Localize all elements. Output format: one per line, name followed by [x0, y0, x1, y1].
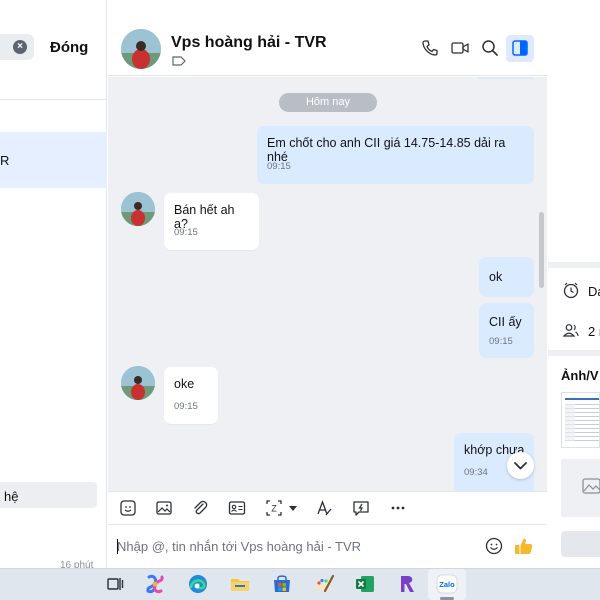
text-caret — [117, 539, 118, 554]
view-all-media-button[interactable] — [561, 531, 600, 557]
message-scrollbar[interactable] — [539, 212, 544, 288]
message-text: Em chốt cho anh CII giá 14.75-14.85 dải … — [267, 136, 506, 164]
message-bubble-incoming[interactable]: oke 09:15 — [164, 367, 218, 424]
sidebar-panel-icon[interactable] — [510, 38, 530, 58]
message-input[interactable] — [117, 535, 477, 557]
chevron-down-icon — [514, 462, 527, 470]
edge-browser-icon[interactable] — [186, 572, 210, 596]
message-time: 09:15 — [174, 227, 198, 238]
screenshot-icon[interactable]: Z — [264, 498, 284, 518]
onenote-app-icon[interactable] — [395, 572, 419, 596]
clear-search-icon[interactable]: × — [13, 40, 27, 54]
date-divider: Hôm nay — [279, 93, 377, 112]
paint-app-icon[interactable] — [312, 572, 336, 596]
contact-avatar[interactable] — [121, 29, 161, 69]
members-label[interactable]: 2 n — [588, 324, 600, 339]
message-time: 09:34 — [464, 467, 488, 478]
search-icon[interactable] — [480, 38, 500, 58]
zalo-app-label: Zalo — [439, 580, 455, 589]
members-icon — [562, 324, 579, 337]
message-text: ok — [489, 270, 503, 284]
previous-message-bubble — [478, 77, 533, 79]
media-thumbnail[interactable] — [561, 459, 600, 517]
sender-avatar[interactable] — [121, 366, 155, 400]
message-time: 09:15 — [489, 336, 513, 347]
chat-title[interactable]: Vps hoàng hải - TVR — [171, 34, 327, 52]
conversation-name-fragment: R — [0, 153, 10, 168]
message-bubble-outgoing[interactable]: Em chốt cho anh CII giá 14.75-14.85 dải … — [257, 126, 534, 184]
attachment-icon[interactable] — [190, 498, 210, 518]
conversation-item-selected[interactable] — [0, 132, 107, 188]
left-divider — [0, 99, 107, 100]
media-section-title[interactable]: Ảnh/V — [561, 368, 599, 383]
file-explorer-icon[interactable] — [228, 572, 252, 596]
info-card-top — [548, 0, 600, 262]
more-options-icon[interactable] — [388, 498, 408, 518]
image-placeholder-icon — [582, 478, 600, 494]
message-time: 09:15 — [174, 401, 198, 412]
thumbs-up-icon[interactable] — [513, 535, 535, 557]
scroll-to-bottom-button[interactable] — [507, 452, 534, 479]
svg-text:Z: Z — [271, 504, 277, 514]
tag-icon[interactable] — [172, 56, 186, 66]
dropdown-caret-icon[interactable] — [287, 498, 299, 518]
contact-section-label: hệ — [4, 489, 19, 504]
media-thumbnail[interactable] — [561, 392, 600, 448]
image-icon[interactable] — [154, 498, 174, 518]
message-text: CII ấy — [489, 315, 522, 329]
task-view-icon[interactable] — [103, 572, 127, 596]
sender-avatar[interactable] — [121, 192, 155, 226]
text-format-icon[interactable] — [314, 498, 334, 518]
message-bubble-incoming[interactable]: Bán hết ah a? 09:15 — [164, 193, 259, 250]
clock-icon — [563, 282, 579, 299]
microsoft-store-icon[interactable] — [270, 572, 294, 596]
close-search-button[interactable]: Đóng — [50, 39, 88, 56]
message-text: oke — [174, 377, 195, 391]
zalo-app-icon[interactable]: Zalo — [435, 572, 459, 596]
message-time: 09:15 — [267, 161, 291, 172]
quick-message-icon[interactable] — [351, 498, 371, 518]
message-bubble-outgoing[interactable]: CII ấy 09:15 — [479, 303, 534, 358]
message-bubble-outgoing[interactable]: ok — [479, 257, 534, 297]
copilot-icon[interactable] — [143, 572, 167, 596]
emoji-icon[interactable] — [484, 536, 504, 556]
contact-card-icon[interactable] — [227, 498, 247, 518]
os-taskbar — [0, 568, 600, 600]
video-call-icon[interactable] — [450, 38, 470, 58]
phone-call-icon[interactable] — [420, 38, 440, 58]
reminder-label[interactable]: Da — [588, 284, 600, 299]
excel-icon[interactable] — [353, 572, 377, 596]
sticker-icon[interactable] — [118, 498, 138, 518]
